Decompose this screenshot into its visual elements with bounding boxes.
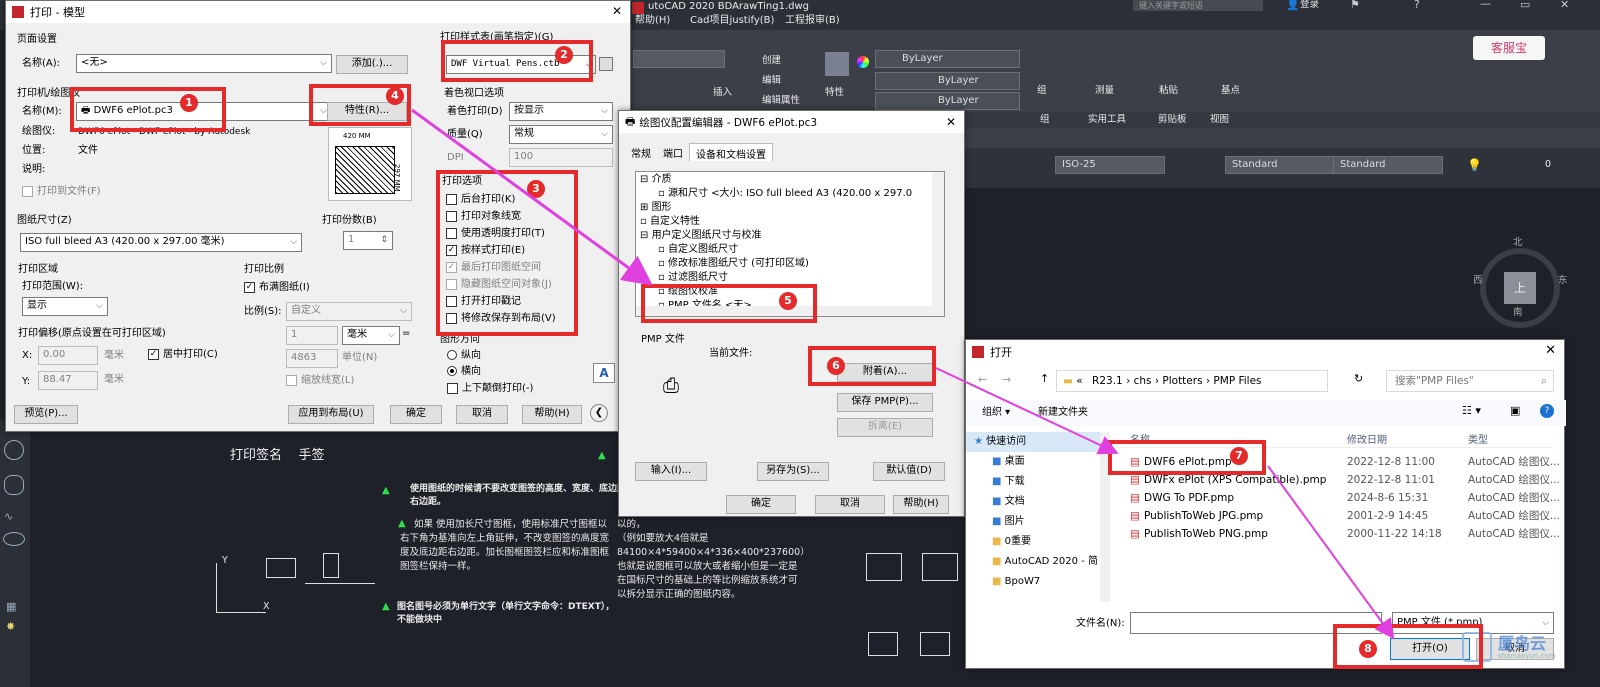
arrow-file-to-open [1267, 465, 1395, 640]
flow-arrows [411, 108, 1395, 640]
arrow-properties-to-editor [411, 108, 653, 286]
arrow-attach-to-open [935, 367, 1119, 455]
